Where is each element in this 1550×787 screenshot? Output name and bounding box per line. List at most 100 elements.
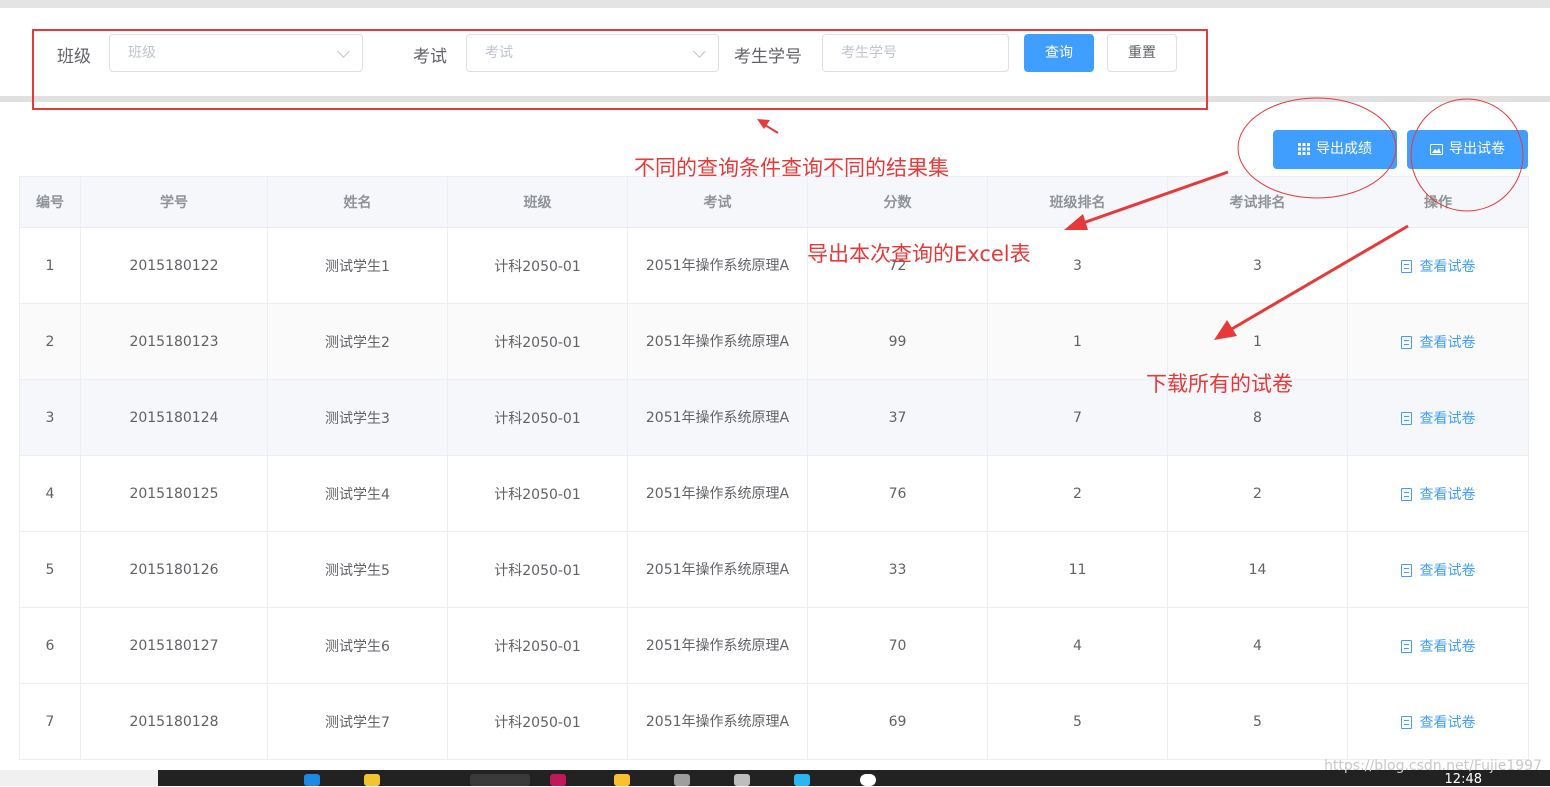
cell-id: 7: [19, 683, 81, 760]
picture-icon: [1430, 143, 1443, 155]
table-header-row: 编号 学号 姓名 班级 考试 分数 班级排名 考试排名 操作: [19, 176, 1529, 228]
cell-exam: 2051年操作系统原理A: [627, 455, 808, 532]
os-taskbar: 12:48: [0, 770, 1550, 787]
app-icon[interactable]: [550, 774, 566, 786]
export-scores-label: 导出成绩: [1316, 141, 1372, 157]
cell-class-rank: 4: [987, 607, 1168, 684]
cell-student-no: 2015180128: [80, 683, 268, 760]
app-icon[interactable]: [794, 774, 810, 786]
cell-student-no: 2015180125: [80, 455, 268, 532]
cell-name: 测试学生4: [267, 455, 448, 532]
cell-score: 70: [807, 607, 988, 684]
cell-class: 计科2050-01: [447, 607, 628, 684]
cell-exam-rank: 2: [1167, 455, 1348, 532]
view-paper-label: 查看试卷: [1419, 638, 1476, 655]
document-icon: [1400, 640, 1412, 653]
app-icon[interactable]: [734, 774, 750, 786]
view-paper-link[interactable]: 查看试卷: [1400, 258, 1476, 275]
app-icon[interactable]: [860, 774, 876, 786]
arrowhead: [757, 119, 770, 129]
cell-student-no: 2015180124: [80, 379, 268, 456]
cell-exam-rank: 3: [1167, 227, 1348, 304]
view-paper-label: 查看试卷: [1419, 562, 1476, 579]
table-row: 5 2015180126 测试学生5 计科2050-01 2051年操作系统原理…: [19, 531, 1529, 608]
cell-class: 计科2050-01: [447, 531, 628, 608]
export-papers-button[interactable]: 导出试卷: [1407, 130, 1528, 169]
cell-id: 1: [19, 227, 81, 304]
view-paper-link[interactable]: 查看试卷: [1400, 335, 1476, 351]
table-row: 7 2015180128 测试学生7 计科2050-01 2051年操作系统原理…: [19, 683, 1529, 760]
cell-class-rank: 1: [987, 303, 1168, 380]
table-row: 1 2015180122 测试学生1 计科2050-01 2051年操作系统原理…: [19, 227, 1529, 304]
view-paper-link[interactable]: 查看试卷: [1400, 562, 1476, 579]
cell-student-no: 2015180127: [80, 607, 268, 684]
cell-exam-rank: 4: [1167, 607, 1348, 684]
header-student-no[interactable]: 学号: [80, 176, 268, 228]
document-icon: [1400, 564, 1412, 577]
cell-actions: 查看试卷: [1347, 379, 1529, 456]
app-icon[interactable]: [674, 774, 690, 786]
annotation-download-note: 下载所有的试卷: [1146, 372, 1293, 396]
document-icon: [1400, 412, 1412, 425]
folder-icon[interactable]: [364, 774, 380, 786]
cell-name: 测试学生7: [267, 683, 448, 760]
annotation-arrow: [764, 124, 779, 134]
header-exam[interactable]: 考试: [627, 176, 808, 228]
cell-score: 33: [807, 531, 988, 608]
table-row: 4 2015180125 测试学生4 计科2050-01 2051年操作系统原理…: [19, 455, 1529, 532]
header-name[interactable]: 姓名: [267, 176, 448, 228]
cell-class: 计科2050-01: [447, 303, 628, 380]
view-paper-label: 查看试卷: [1419, 258, 1476, 275]
cell-id: 5: [19, 531, 81, 608]
cell-exam: 2051年操作系统原理A: [627, 531, 808, 608]
grid-icon: [1298, 143, 1310, 155]
cell-class: 计科2050-01: [447, 379, 628, 456]
cell-score: 76: [807, 455, 988, 532]
cell-score: 99: [807, 303, 988, 380]
view-paper-label: 查看试卷: [1419, 714, 1476, 731]
view-paper-link[interactable]: 查看试卷: [1400, 714, 1476, 731]
taskbar-search-area[interactable]: [0, 770, 158, 786]
view-paper-link[interactable]: 查看试卷: [1400, 410, 1476, 427]
header-id[interactable]: 编号: [19, 176, 81, 228]
header-class[interactable]: 班级: [447, 176, 628, 228]
cell-student-no: 2015180122: [80, 227, 268, 304]
export-scores-button[interactable]: 导出成绩: [1273, 130, 1397, 169]
cell-exam-rank: 5: [1167, 683, 1348, 760]
cell-class-rank: 5: [987, 683, 1168, 760]
cell-exam: 2051年操作系统原理A: [627, 303, 808, 380]
cell-score: 69: [807, 683, 988, 760]
header-score[interactable]: 分数: [807, 176, 988, 228]
cell-name: 测试学生1: [267, 227, 448, 304]
app-icon[interactable]: [614, 774, 630, 786]
view-paper-link[interactable]: 查看试卷: [1400, 487, 1476, 503]
document-icon: [1400, 716, 1412, 729]
cell-id: 6: [19, 607, 81, 684]
header-class-rank[interactable]: 班级排名: [987, 176, 1168, 228]
document-icon: [1400, 488, 1412, 501]
watermark: https://blog.csdn.net/Fujie1997: [1324, 758, 1542, 774]
cell-class-rank: 11: [987, 531, 1168, 608]
document-icon: [1400, 260, 1412, 273]
header-exam-rank[interactable]: 考试排名: [1167, 176, 1348, 228]
edge-icon[interactable]: [304, 774, 320, 786]
cell-actions: 查看试卷: [1347, 531, 1529, 608]
cell-exam: 2051年操作系统原理A: [627, 379, 808, 456]
view-paper-label: 查看试卷: [1419, 410, 1476, 427]
cell-score: 37: [807, 379, 988, 456]
cell-id: 4: [19, 455, 81, 532]
taskbar-clock: 12:48: [1444, 772, 1482, 787]
chrome-icon[interactable]: [470, 774, 530, 786]
cell-exam-rank: 14: [1167, 531, 1348, 608]
cell-name: 测试学生5: [267, 531, 448, 608]
view-paper-link[interactable]: 查看试卷: [1400, 638, 1476, 655]
results-table: 编号 学号 姓名 班级 考试 分数 班级排名 考试排名 操作 1 2015180…: [19, 176, 1529, 760]
annotation-excel-note: 导出本次查询的Excel表: [807, 242, 1031, 266]
cell-exam: 2051年操作系统原理A: [627, 683, 808, 760]
annotation-box: [32, 29, 1208, 110]
cell-id: 2: [19, 303, 81, 380]
cell-class: 计科2050-01: [447, 455, 628, 532]
cell-class-rank: 7: [987, 379, 1168, 456]
cell-exam: 2051年操作系统原理A: [627, 227, 808, 304]
header-actions: 操作: [1347, 176, 1529, 228]
